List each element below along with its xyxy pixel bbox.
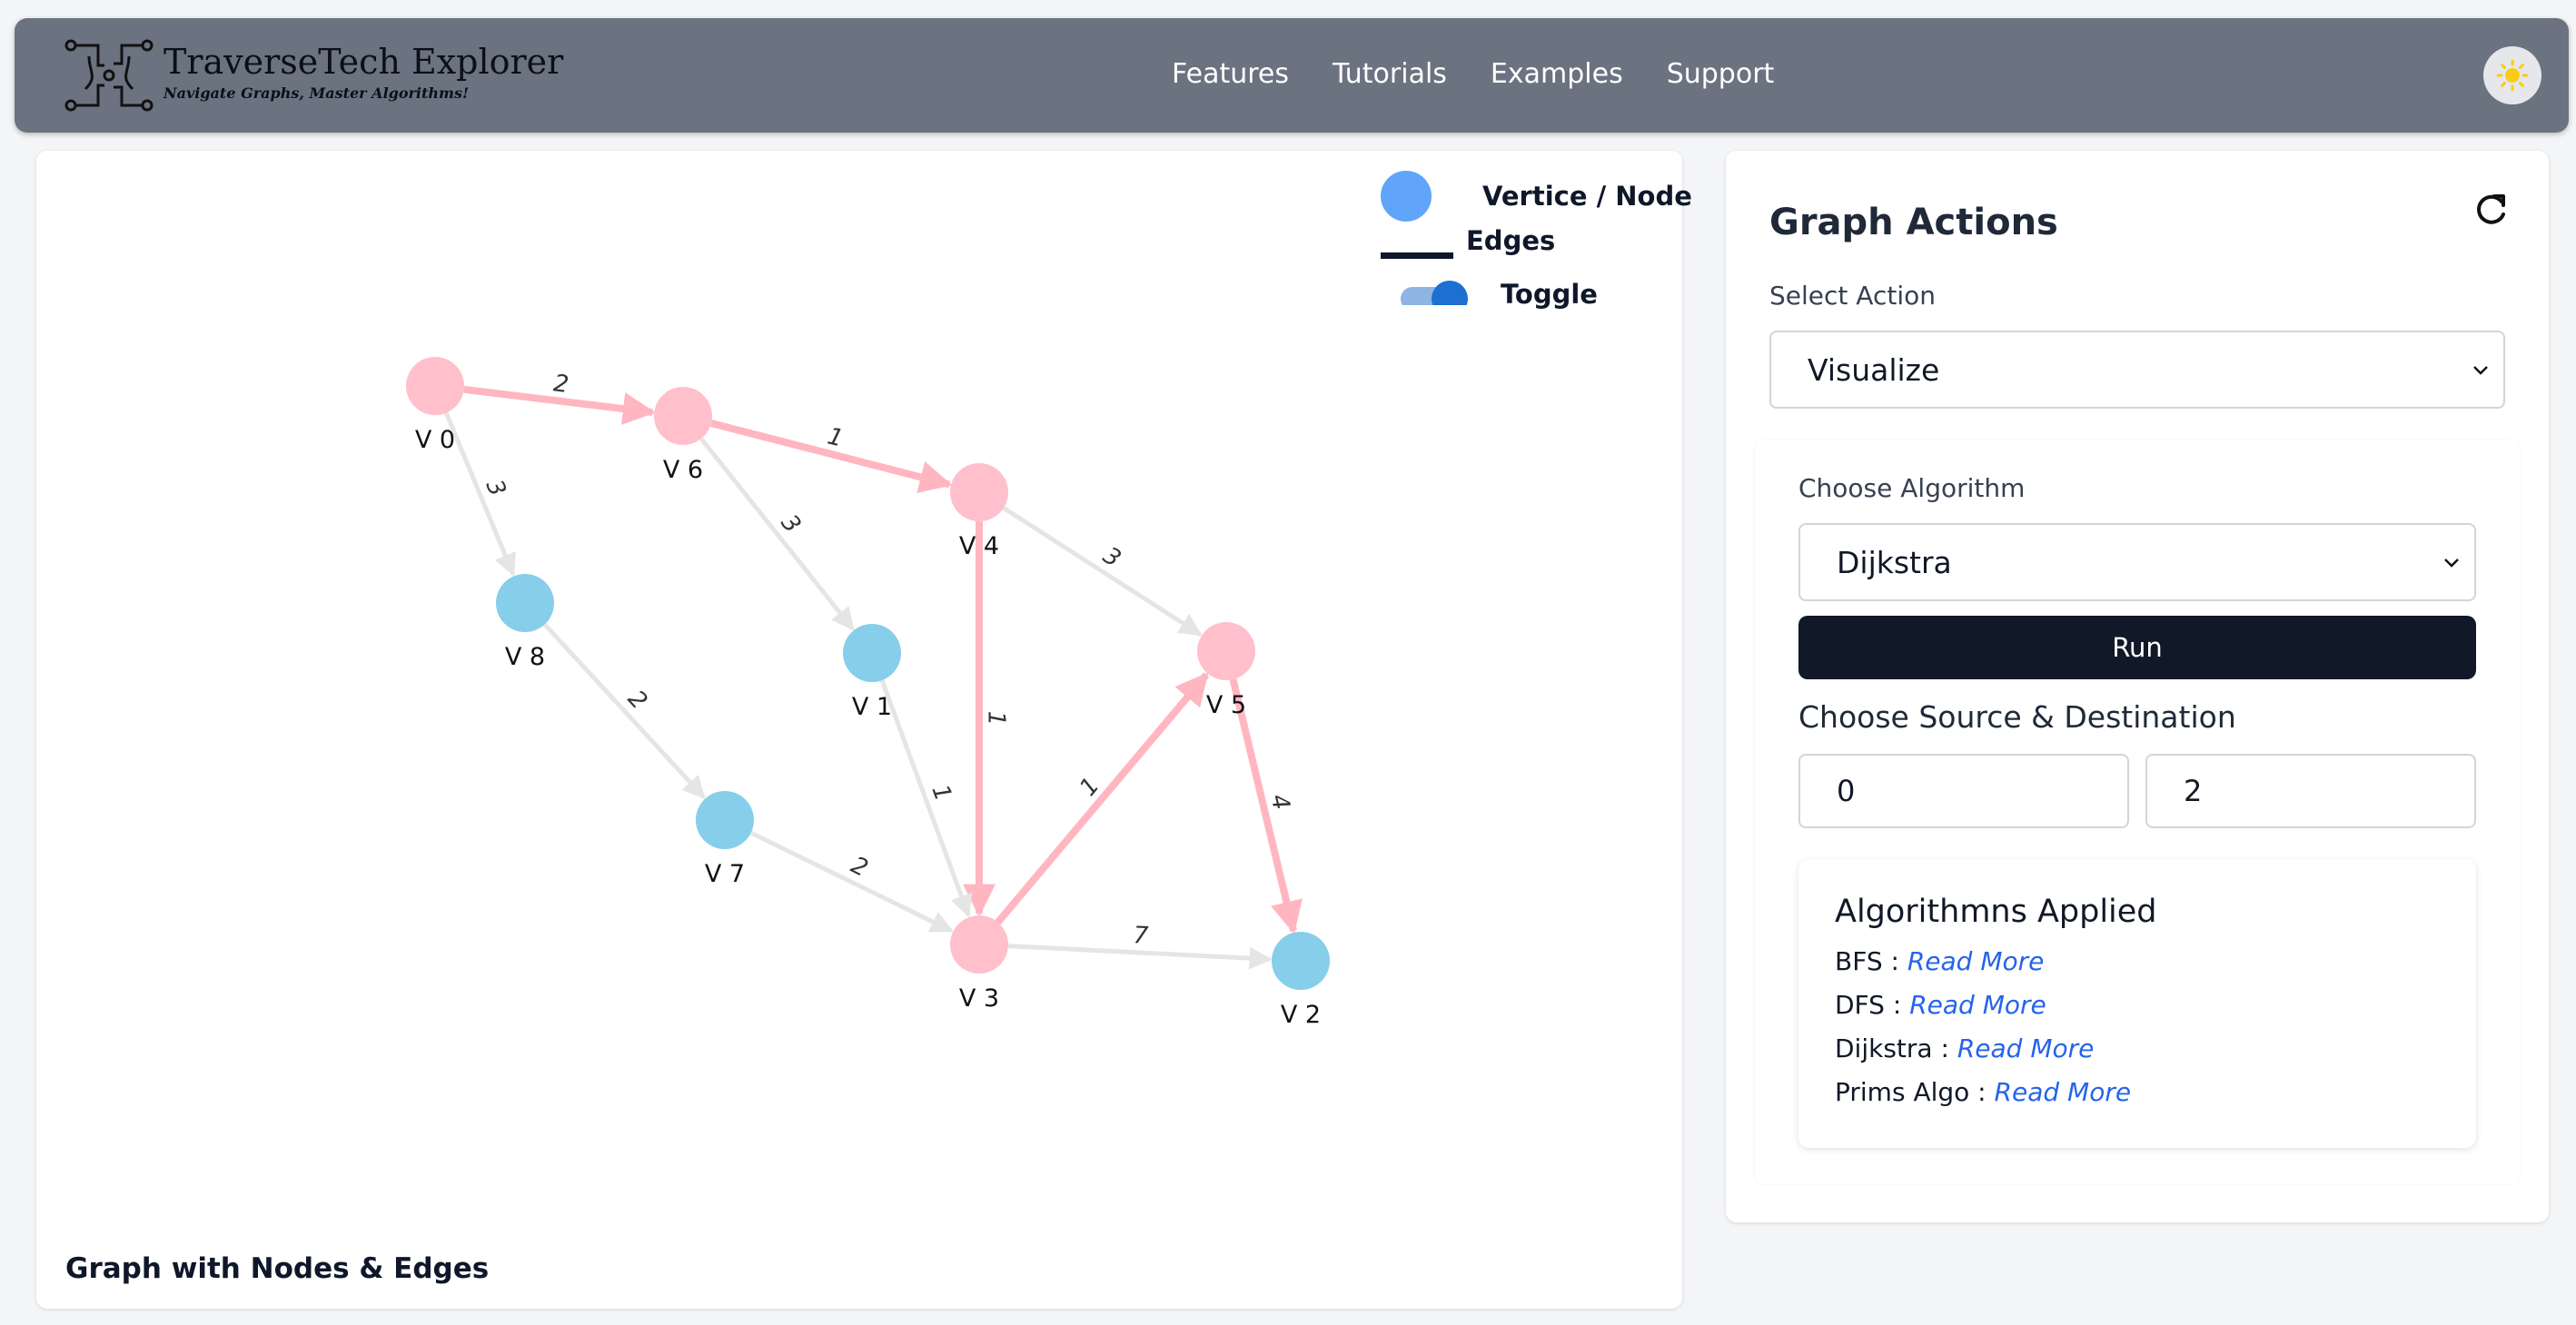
source-input[interactable] [1798, 754, 2129, 828]
graph-node-label: V 5 [1206, 691, 1246, 719]
edge-weight-label: 4 [1264, 792, 1294, 813]
main-nav: Features Tutorials Examples Support [1172, 58, 1774, 90]
top-navbar: TraverseTech Explorer Navigate Graphs, M… [15, 18, 2569, 133]
graph-panel: 213331212147 V 0V 6V 4V 8V 1V 5V 7V 3V 2… [36, 151, 1692, 1309]
nav-support[interactable]: Support [1667, 58, 1775, 90]
actions-title: Graph Actions [1769, 202, 2058, 243]
list-item: Dijkstra : Read More [1835, 1033, 2095, 1063]
graph-node-v4[interactable] [950, 463, 1008, 521]
edge-V1-V3 [879, 679, 973, 918]
graph-node-label: V 6 [663, 456, 703, 484]
logo-icon [64, 39, 154, 112]
chevron-down-icon [2444, 559, 2459, 568]
edge-weight-label: 2 [552, 370, 570, 399]
graph-node-v7[interactable] [696, 791, 754, 849]
legend-edge-label: Edges [1466, 225, 1556, 256]
edge-V3-V5 [995, 672, 1210, 925]
graph-canvas[interactable]: 213331212147 V 0V 6V 4V 8V 1V 5V 7V 3V 2 [36, 151, 1682, 1241]
graph-node-v6[interactable] [654, 387, 712, 445]
graph-node-v5[interactable] [1197, 622, 1255, 680]
nav-examples[interactable]: Examples [1491, 58, 1623, 90]
algorithms-applied-title: Algorithmns Applied [1835, 894, 2157, 930]
graph-caption: Graph with Nodes & Edges [65, 1252, 490, 1285]
edge-V4-V5 [1002, 506, 1203, 637]
list-item: DFS : Read More [1835, 990, 2046, 1020]
bfs-read-more-link[interactable]: Read More [1907, 946, 2045, 976]
edge-weight-label: 1 [926, 781, 956, 805]
graph-node-v8[interactable] [496, 574, 554, 632]
graph-node-label: V 4 [959, 532, 999, 560]
legend-edge-swatch [1381, 252, 1453, 259]
nav-features[interactable]: Features [1172, 58, 1289, 90]
destination-input[interactable] [2145, 754, 2476, 828]
refresh-icon[interactable] [2469, 189, 2512, 232]
edge-weight-label: 7 [1133, 922, 1150, 950]
graph-node-label: V 2 [1281, 1001, 1321, 1029]
select-action-value: Visualize [1808, 351, 1940, 388]
graph-node-v3[interactable] [950, 915, 1008, 974]
source-destination-label: Choose Source & Destination [1798, 699, 2236, 735]
dfs-read-more-link[interactable]: Read More [1909, 990, 2046, 1020]
algorithms-applied-card: Algorithmns Applied BFS : Read More DFS … [1798, 859, 2476, 1148]
prims-read-more-link[interactable]: Read More [1995, 1077, 2132, 1107]
edge-weight-label: 1 [825, 422, 847, 452]
choose-algorithm-label: Choose Algorithm [1798, 473, 2026, 503]
graph-node-v1[interactable] [843, 624, 901, 682]
app-tagline: Navigate Graphs, Master Algorithms! [163, 84, 469, 102]
graph-node-v2[interactable] [1272, 932, 1330, 990]
legend-node-label: Vertice / Node [1482, 181, 1692, 212]
legend-toggle-label: Toggle [1501, 279, 1598, 310]
algorithm-value: Dijkstra [1837, 544, 1952, 580]
dijkstra-read-more-link[interactable]: Read More [1957, 1033, 2095, 1063]
edge-V8-V7 [542, 622, 706, 799]
edge-weight-label: 2 [847, 852, 872, 883]
edge-V0-V8 [443, 411, 516, 577]
edge-weight-label: 3 [1098, 542, 1125, 573]
graph-node-label: V 8 [505, 643, 545, 671]
chevron-down-icon [2473, 366, 2488, 375]
edge-V6-V1 [698, 437, 855, 631]
run-button[interactable]: Run [1798, 616, 2476, 679]
graph-actions-panel: Graph Actions Select Action Visualize Ch… [1726, 151, 2549, 1222]
sun-icon [2496, 59, 2529, 92]
toggle-switch[interactable] [1401, 281, 1468, 305]
graph-node-label: V 7 [705, 860, 745, 888]
nav-tutorials[interactable]: Tutorials [1333, 58, 1447, 90]
select-action-label: Select Action [1769, 281, 1936, 311]
list-item: BFS : Read More [1835, 946, 2045, 976]
list-item: Prims Algo : Read More [1835, 1077, 2132, 1107]
graph-node-v0[interactable] [406, 357, 464, 415]
edge-weight-label: 1 [983, 711, 1010, 727]
legend-node-swatch [1381, 171, 1432, 222]
algorithm-dropdown[interactable]: Dijkstra [1798, 523, 2476, 601]
select-action-dropdown[interactable]: Visualize [1769, 331, 2505, 409]
graph-node-label: V 3 [959, 984, 999, 1013]
edge-V7-V3 [749, 830, 954, 934]
graph-node-label: V 1 [852, 693, 892, 721]
edge-weight-label: 3 [481, 476, 511, 500]
graph-legend: Vertice / Node Edges Toggle [1379, 169, 1692, 310]
graph-node-label: V 0 [415, 426, 455, 454]
theme-toggle-button[interactable] [2483, 46, 2541, 104]
app-title: TraverseTech Explorer [163, 42, 564, 82]
